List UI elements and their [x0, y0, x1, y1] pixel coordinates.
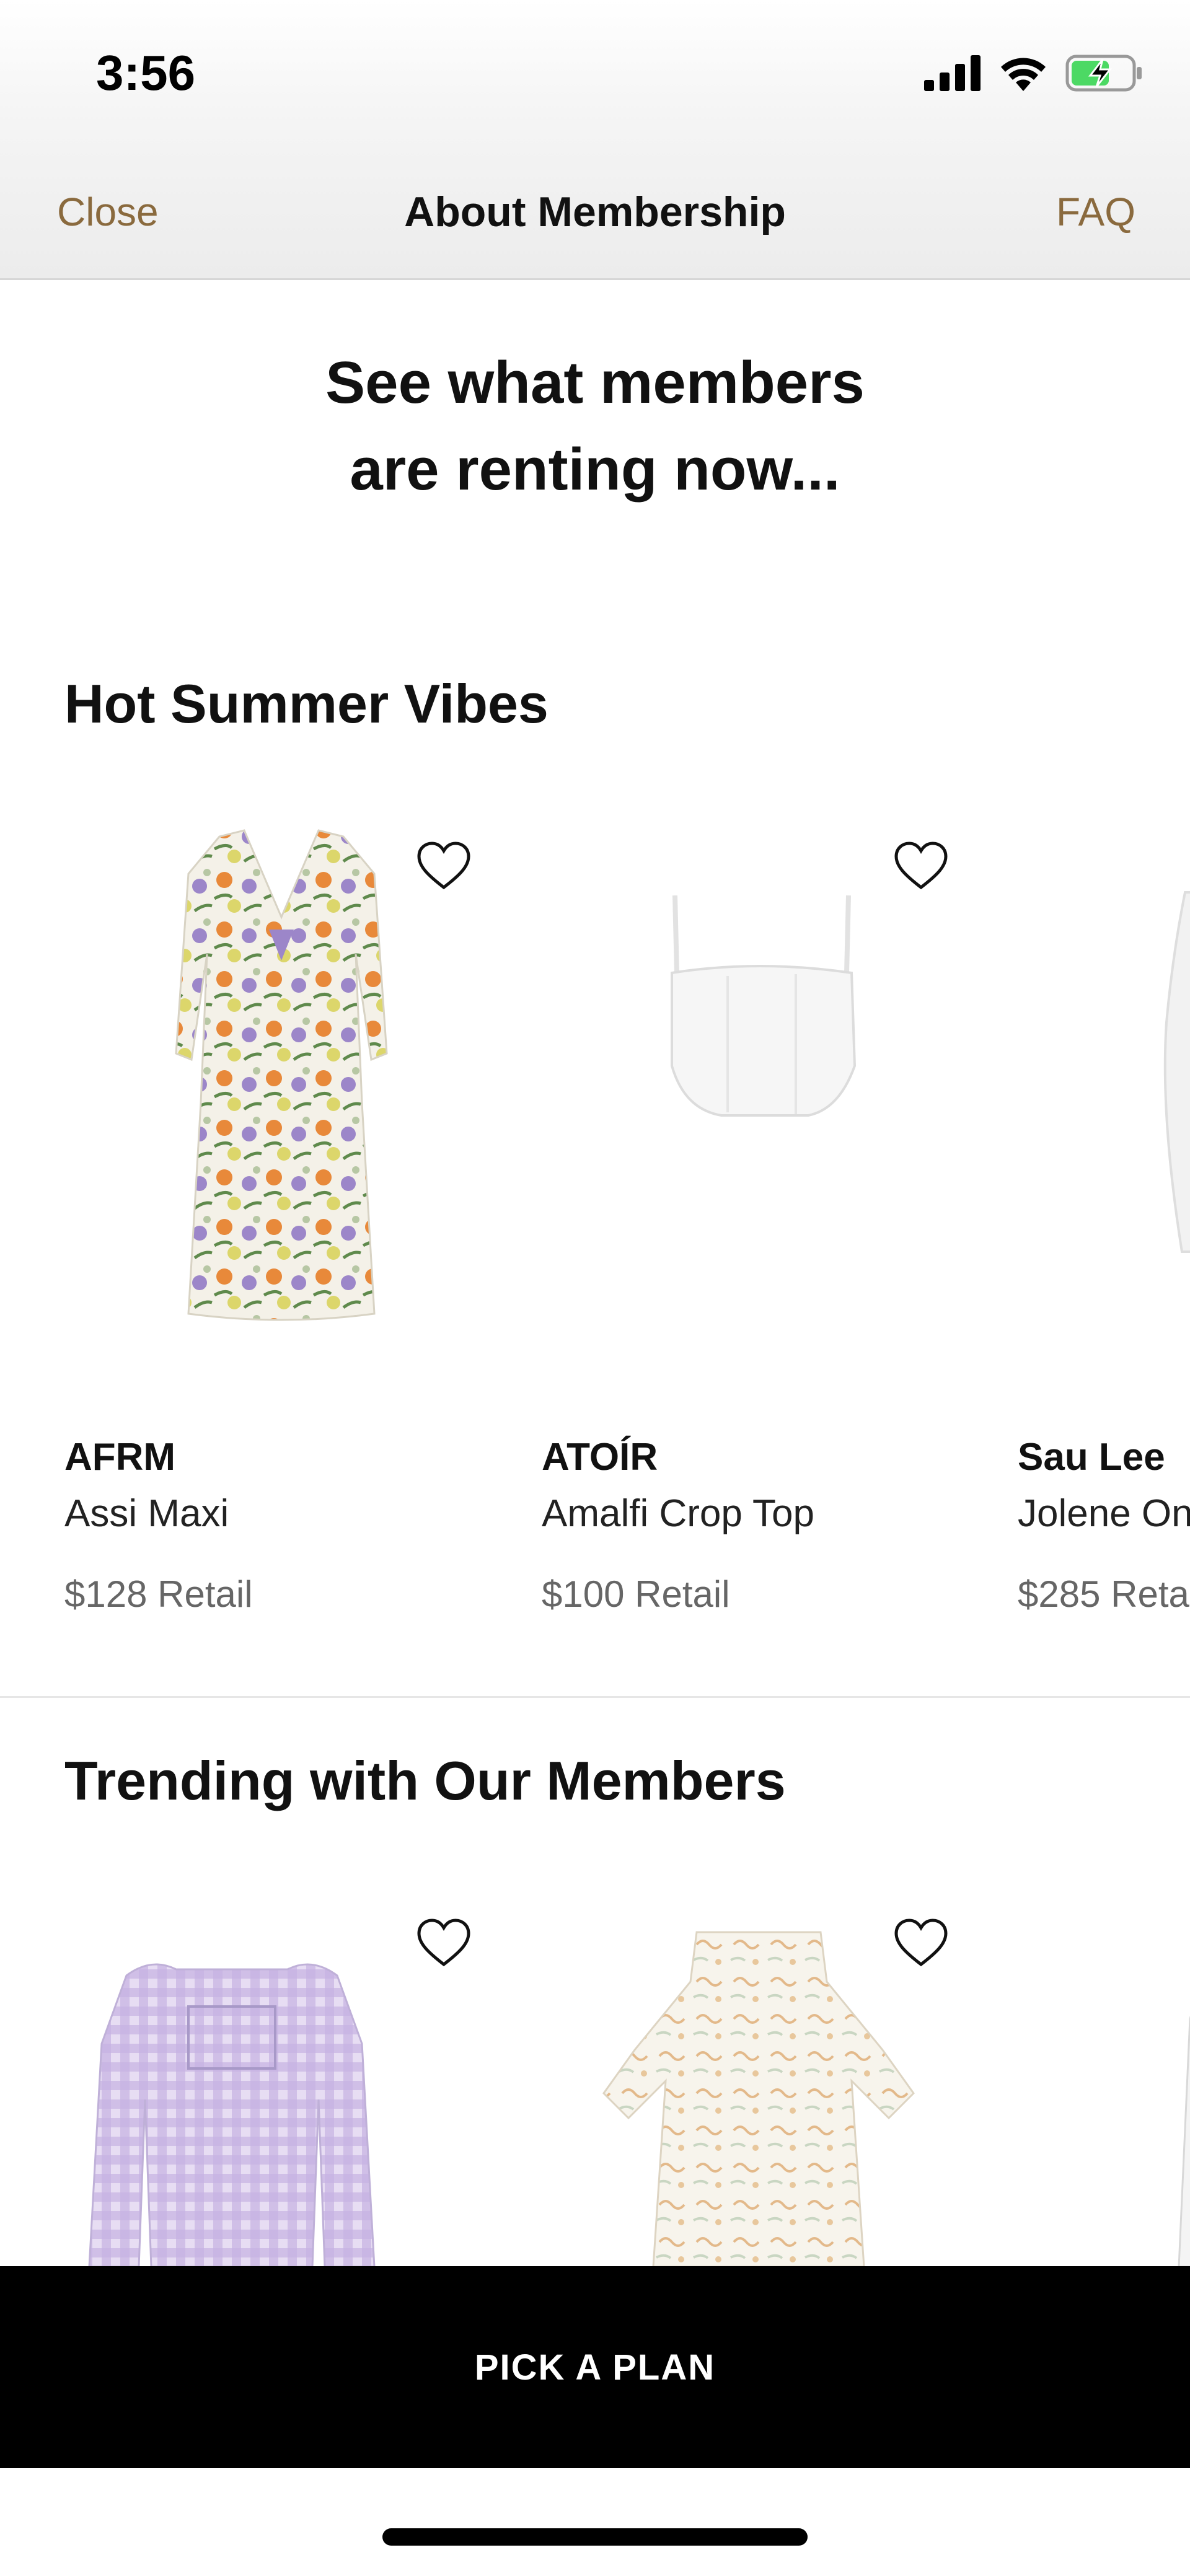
product-name: Assi Maxi [64, 1492, 229, 1535]
navigation-bar: 3:56 Close About Membership FAQ [0, 0, 1190, 280]
product-price: $285 Reta [1018, 1573, 1189, 1615]
status-time: 3:56 [96, 45, 196, 100]
heart-icon[interactable] [415, 1917, 472, 1968]
product-image[interactable] [542, 818, 976, 1363]
status-bar: 3:56 [0, 0, 1190, 136]
section-divider [0, 1696, 1190, 1698]
heart-icon[interactable] [415, 840, 472, 891]
product-image[interactable] [64, 818, 498, 1363]
page-title: About Membership [404, 188, 786, 235]
product-brand: Sau Lee [1018, 1436, 1165, 1479]
section-title-hot-summer-vibes: Hot Summer Vibes [64, 673, 549, 734]
cellular-signal-icon [924, 55, 981, 91]
battery-charging-icon [1065, 55, 1142, 92]
headline-line-1: See what members [325, 349, 865, 416]
product-brand: AFRM [64, 1436, 176, 1479]
white-crop-top-image [671, 895, 857, 1117]
product-image[interactable] [1018, 818, 1190, 1363]
section-title-trending: Trending with Our Members [64, 1750, 786, 1811]
heart-icon[interactable] [892, 840, 950, 891]
heart-icon[interactable] [892, 1917, 950, 1968]
white-dress-image [1178, 2015, 1190, 2268]
product-price: $100 Retail [542, 1573, 730, 1615]
floral-maxi-dress-image [175, 829, 388, 1321]
faq-button[interactable]: FAQ [1056, 189, 1135, 235]
home-indicator[interactable] [382, 2528, 808, 2546]
product-name: Jolene On [1018, 1492, 1190, 1535]
pick-a-plan-button[interactable]: PICK A PLAN [0, 2266, 1190, 2468]
product-name: Amalfi Crop Top [542, 1492, 814, 1535]
white-dress-image [1163, 891, 1190, 1253]
bottom-safe-area [0, 2468, 1190, 2576]
headline-line-2: are renting now... [350, 436, 840, 503]
headline: See what members are renting now... [0, 340, 1190, 513]
product-price: $128 Retail [64, 1573, 253, 1615]
product-brand: ATOÍR [542, 1436, 658, 1479]
status-icons [924, 55, 1144, 92]
wifi-icon [1001, 58, 1046, 91]
